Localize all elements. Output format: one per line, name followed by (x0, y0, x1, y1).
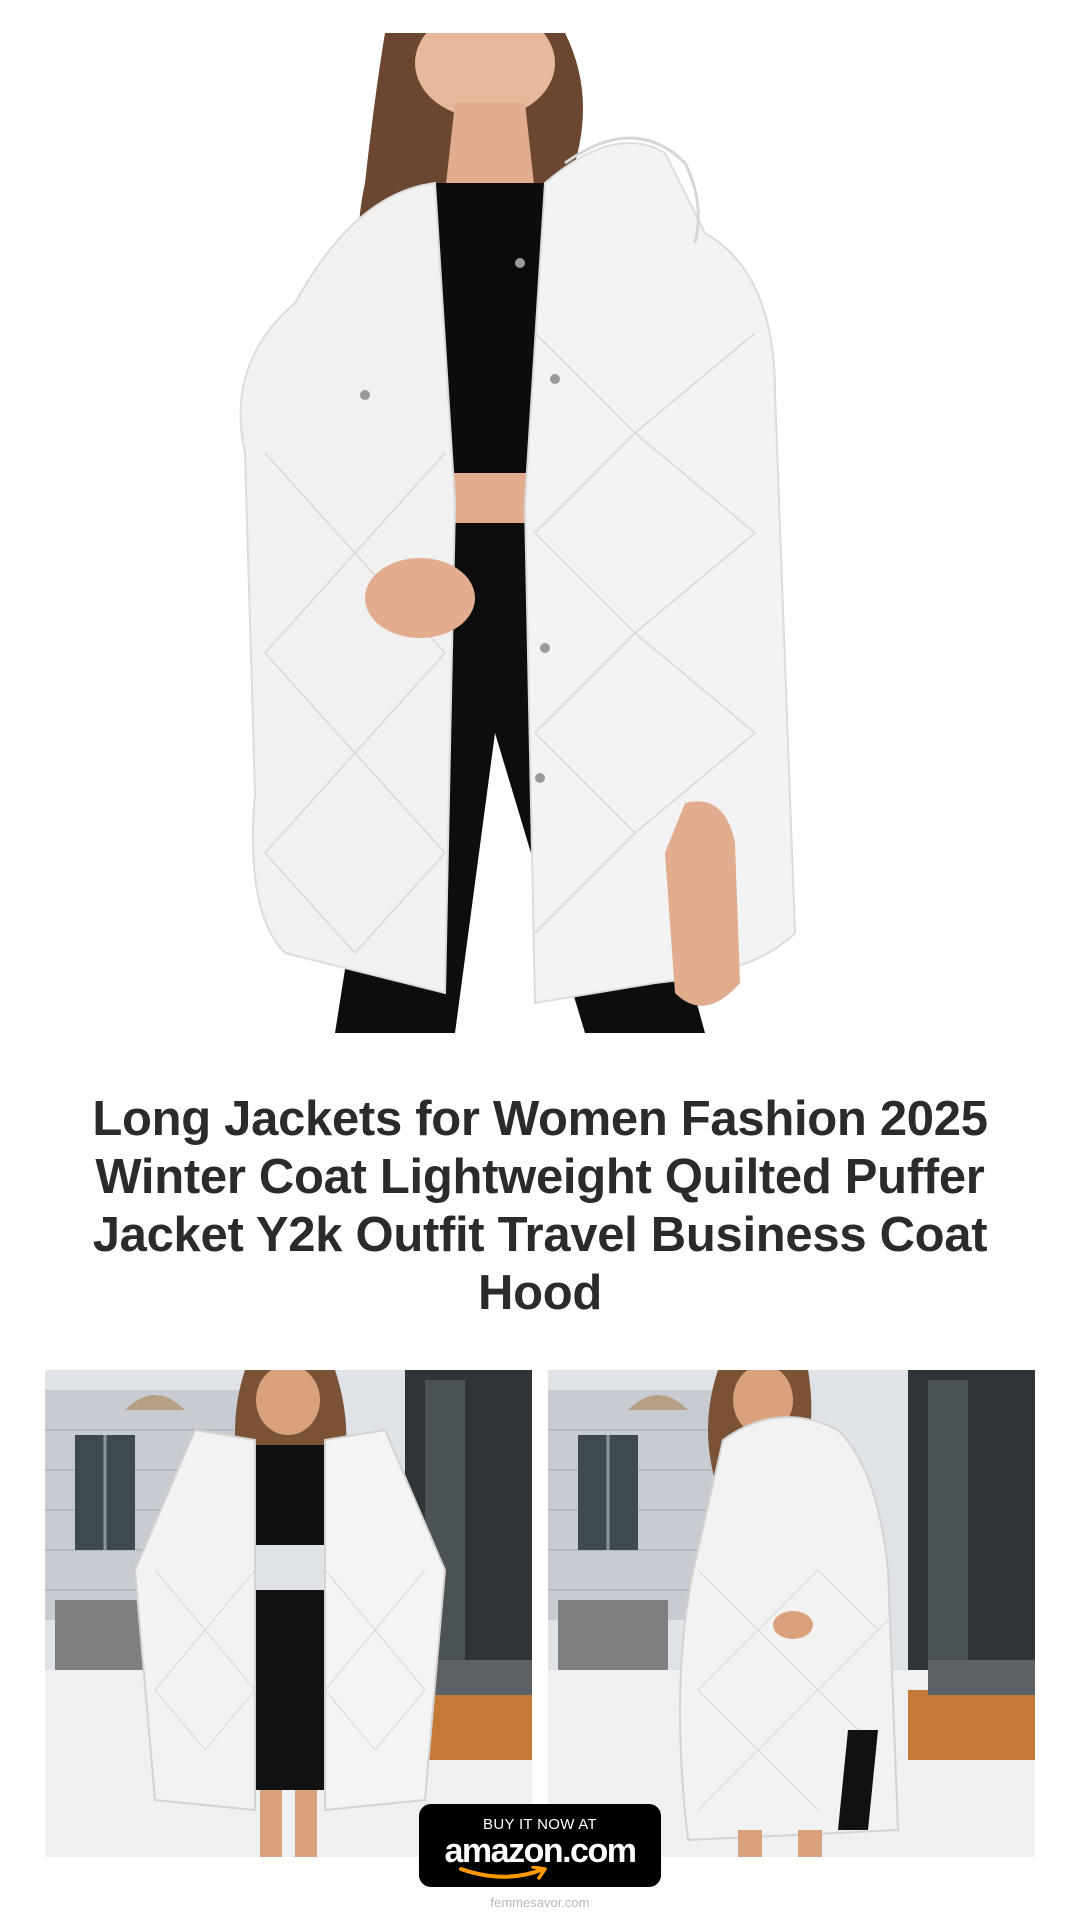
buy-on-amazon-button[interactable]: BUY IT NOW AT amazon.com (419, 1804, 661, 1887)
gallery-image-side (548, 1370, 1035, 1857)
footer-site-name: femmesavor.com (0, 1895, 1080, 1910)
hero-product-image (235, 33, 845, 1033)
product-title: Long Jackets for Women Fashion 2025 Wint… (50, 1090, 1030, 1322)
gallery-image-front (45, 1370, 532, 1857)
amazon-smile-icon (459, 1866, 549, 1882)
buy-it-now-label: BUY IT NOW AT (419, 1804, 661, 1833)
amazon-logo-text: amazon.com (419, 1833, 661, 1869)
